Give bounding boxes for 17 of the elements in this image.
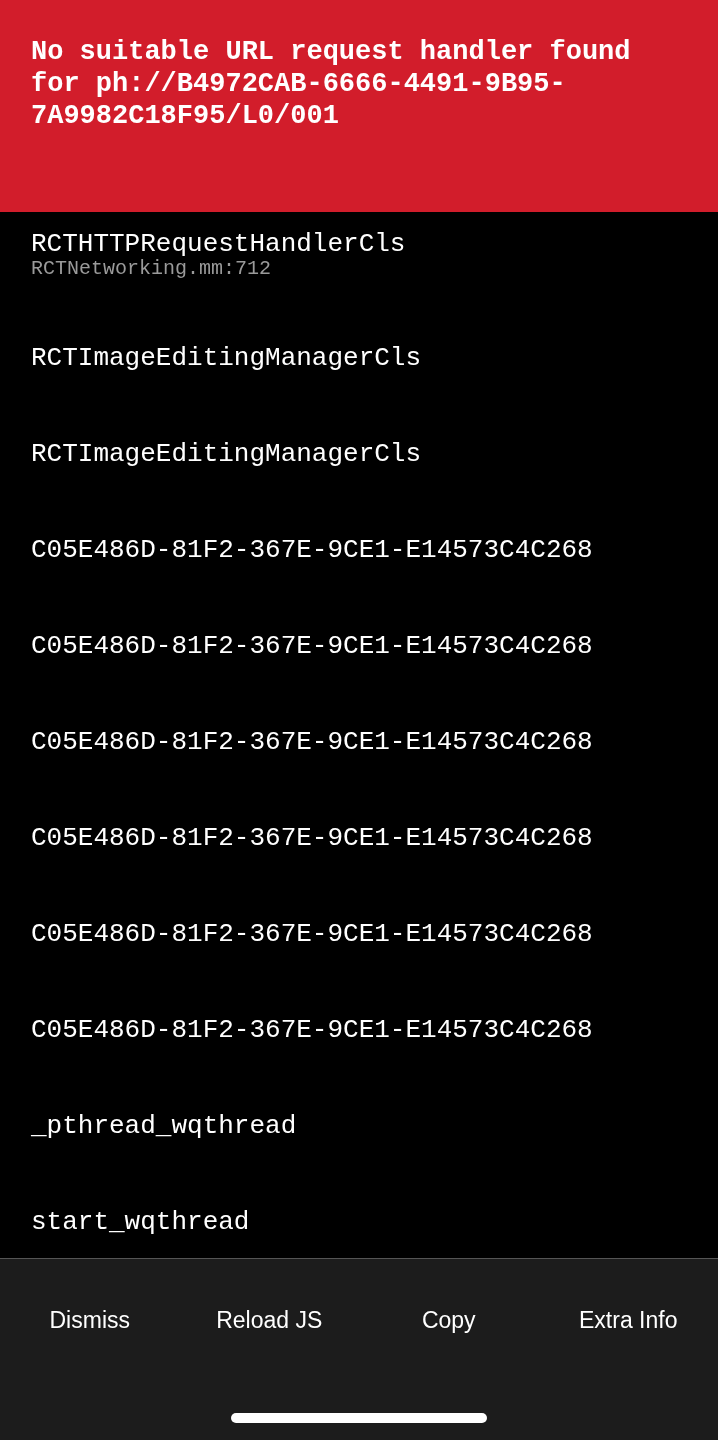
toolbar-button[interactable]: Copy xyxy=(415,1303,482,1338)
stack-frame-method[interactable]: RCTImageEditingManagerCls xyxy=(31,438,422,470)
stack-frame-method[interactable]: C05E486D-81F2-367E-9CE1-E14573C4C268 xyxy=(31,630,593,662)
stack-frame-method[interactable]: C05E486D-81F2-367E-9CE1-E14573C4C268 xyxy=(31,726,593,758)
toolbar-button[interactable]: Dismiss xyxy=(43,1303,136,1338)
stack-frame-method[interactable]: C05E486D-81F2-367E-9CE1-E14573C4C268 xyxy=(31,918,593,950)
toolbar-button[interactable]: Reload JS xyxy=(210,1303,329,1338)
stack-frame-method[interactable]: C05E486D-81F2-367E-9CE1-E14573C4C268 xyxy=(31,1014,593,1046)
stack-frame-method[interactable]: C05E486D-81F2-367E-9CE1-E14573C4C268 xyxy=(31,822,593,854)
stack-frame-method[interactable]: start_wqthread xyxy=(31,1206,250,1238)
error-message: No suitable URL request handler found for ph://B4972CAB-6666-4491-9B95-7A9982C18F95/L0/001 xyxy=(31,36,632,132)
stack-frame-method[interactable]: RCTHTTPRequestHandlerCls xyxy=(31,228,406,260)
stack-frame-method[interactable]: C05E486D-81F2-367E-9CE1-E14573C4C268 xyxy=(31,534,593,566)
stack-frame-method[interactable]: RCTImageEditingManagerCls xyxy=(31,342,422,374)
stack-frame-location: RCTNetworking.mm:712 xyxy=(31,260,273,278)
toolbar-button[interactable]: Extra Info xyxy=(573,1303,684,1338)
stack-frame-method[interactable]: _pthread_wqthread xyxy=(31,1110,297,1142)
